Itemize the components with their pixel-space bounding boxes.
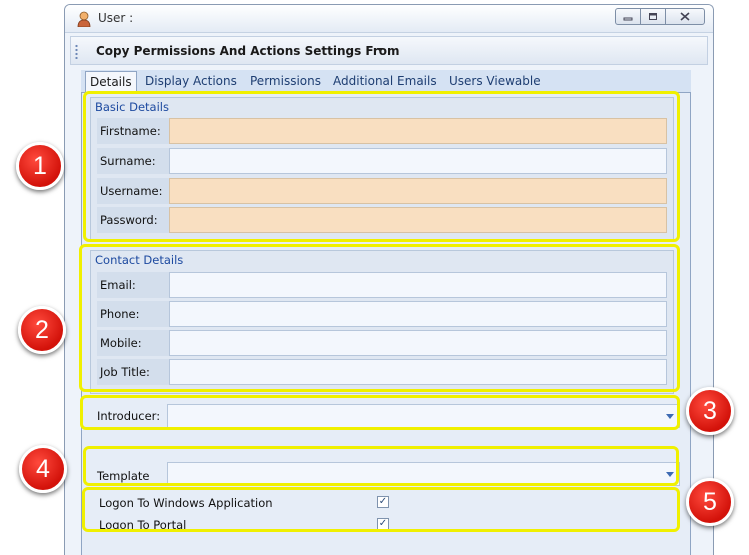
maximize-button[interactable] <box>640 8 666 25</box>
highlight-introducer <box>80 395 680 430</box>
tab-display-actions[interactable]: Display Actions <box>145 74 237 88</box>
callout-badge-4: 4 <box>19 445 67 493</box>
close-icon <box>680 12 690 21</box>
tab-strip: Details Display Actions Permissions Addi… <box>81 70 691 94</box>
tab-permissions[interactable]: Permissions <box>250 74 321 88</box>
toolbar-grip-icon[interactable] <box>75 44 78 59</box>
user-icon <box>77 11 91 27</box>
toolbar: Copy Permissions And Actions Settings Fr… <box>70 36 708 65</box>
callout-badge-5: 5 <box>686 478 734 526</box>
callout-badge-2: 2 <box>18 306 66 354</box>
tab-additional-emails[interactable]: Additional Emails <box>333 74 437 88</box>
close-button[interactable] <box>665 8 705 25</box>
callout-badge-3: 3 <box>686 387 734 435</box>
copy-permissions-button[interactable]: Copy Permissions And Actions Settings Fr… <box>96 44 400 58</box>
chevron-down-icon[interactable] <box>377 48 383 52</box>
maximize-icon <box>649 13 657 20</box>
highlight-basic-details <box>83 91 680 242</box>
highlight-template <box>83 446 679 486</box>
tab-users-viewable[interactable]: Users Viewable <box>449 74 541 88</box>
minimize-icon <box>623 17 633 20</box>
window-title: User : <box>98 11 134 25</box>
callout-badge-1: 1 <box>16 142 64 190</box>
highlight-logon <box>82 487 680 532</box>
minimize-button[interactable] <box>615 8 641 25</box>
highlight-contact-details <box>79 244 680 392</box>
title-bar: User : <box>65 5 713 33</box>
